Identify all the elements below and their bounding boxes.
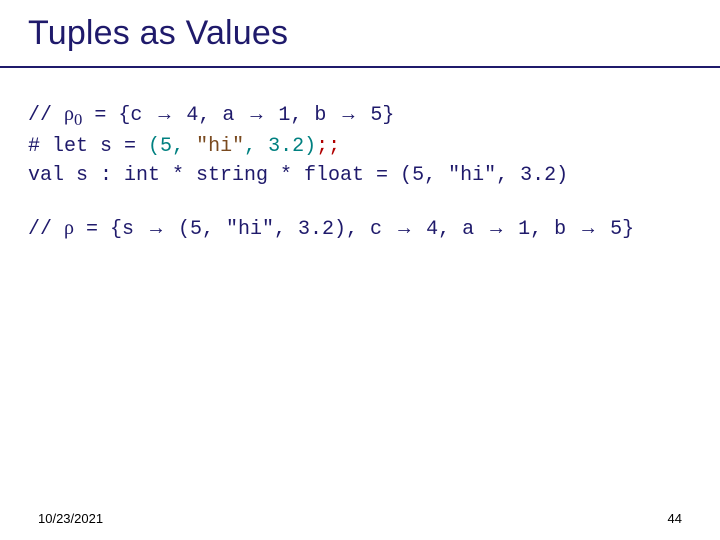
code-line-3: val s : int * string * float = (5, "hi",… <box>28 161 692 190</box>
code-line-1: // ρ0 = {c → 4, a → 1, b → 5} <box>28 100 692 132</box>
text: 5} <box>358 104 394 127</box>
arrow-icon: → <box>394 217 414 239</box>
text: = {s <box>74 218 146 241</box>
text: 4, a <box>414 218 486 241</box>
terminator: ;; <box>316 135 340 158</box>
text: // <box>28 218 64 241</box>
text: (5, "hi", 3.2), c <box>166 218 394 241</box>
comma: , <box>244 135 268 158</box>
code-line-2: # let s = (5, "hi", 3.2);; <box>28 132 692 161</box>
paren: ) <box>304 135 316 158</box>
text: 1, b <box>266 104 338 127</box>
text: 5} <box>598 218 634 241</box>
comma: , <box>172 135 196 158</box>
text: 4, a <box>174 104 246 127</box>
text: # let s = <box>28 135 148 158</box>
rho-symbol: ρ <box>64 103 74 125</box>
code-line-4: // ρ = {s → (5, "hi", 3.2), c → 4, a → 1… <box>28 214 692 244</box>
arrow-icon: → <box>154 103 174 125</box>
rho-symbol: ρ <box>64 217 74 239</box>
slide-title: Tuples as Values <box>28 14 288 53</box>
slide: Tuples as Values // ρ0 = {c → 4, a → 1, … <box>0 0 720 540</box>
string: "hi" <box>196 135 244 158</box>
footer-date: 10/23/2021 <box>38 511 103 526</box>
text: 1, b <box>506 218 578 241</box>
arrow-icon: → <box>246 103 266 125</box>
arrow-icon: → <box>578 217 598 239</box>
arrow-icon: → <box>338 103 358 125</box>
paren: ( <box>148 135 160 158</box>
number: 5 <box>160 135 172 158</box>
arrow-icon: → <box>146 217 166 239</box>
text: = {c <box>82 104 154 127</box>
arrow-icon: → <box>486 217 506 239</box>
text: // <box>28 104 64 127</box>
slide-body: // ρ0 = {c → 4, a → 1, b → 5} # let s = … <box>28 100 692 244</box>
footer-page-number: 44 <box>668 511 682 526</box>
title-underline <box>0 66 720 68</box>
number: 3.2 <box>268 135 304 158</box>
